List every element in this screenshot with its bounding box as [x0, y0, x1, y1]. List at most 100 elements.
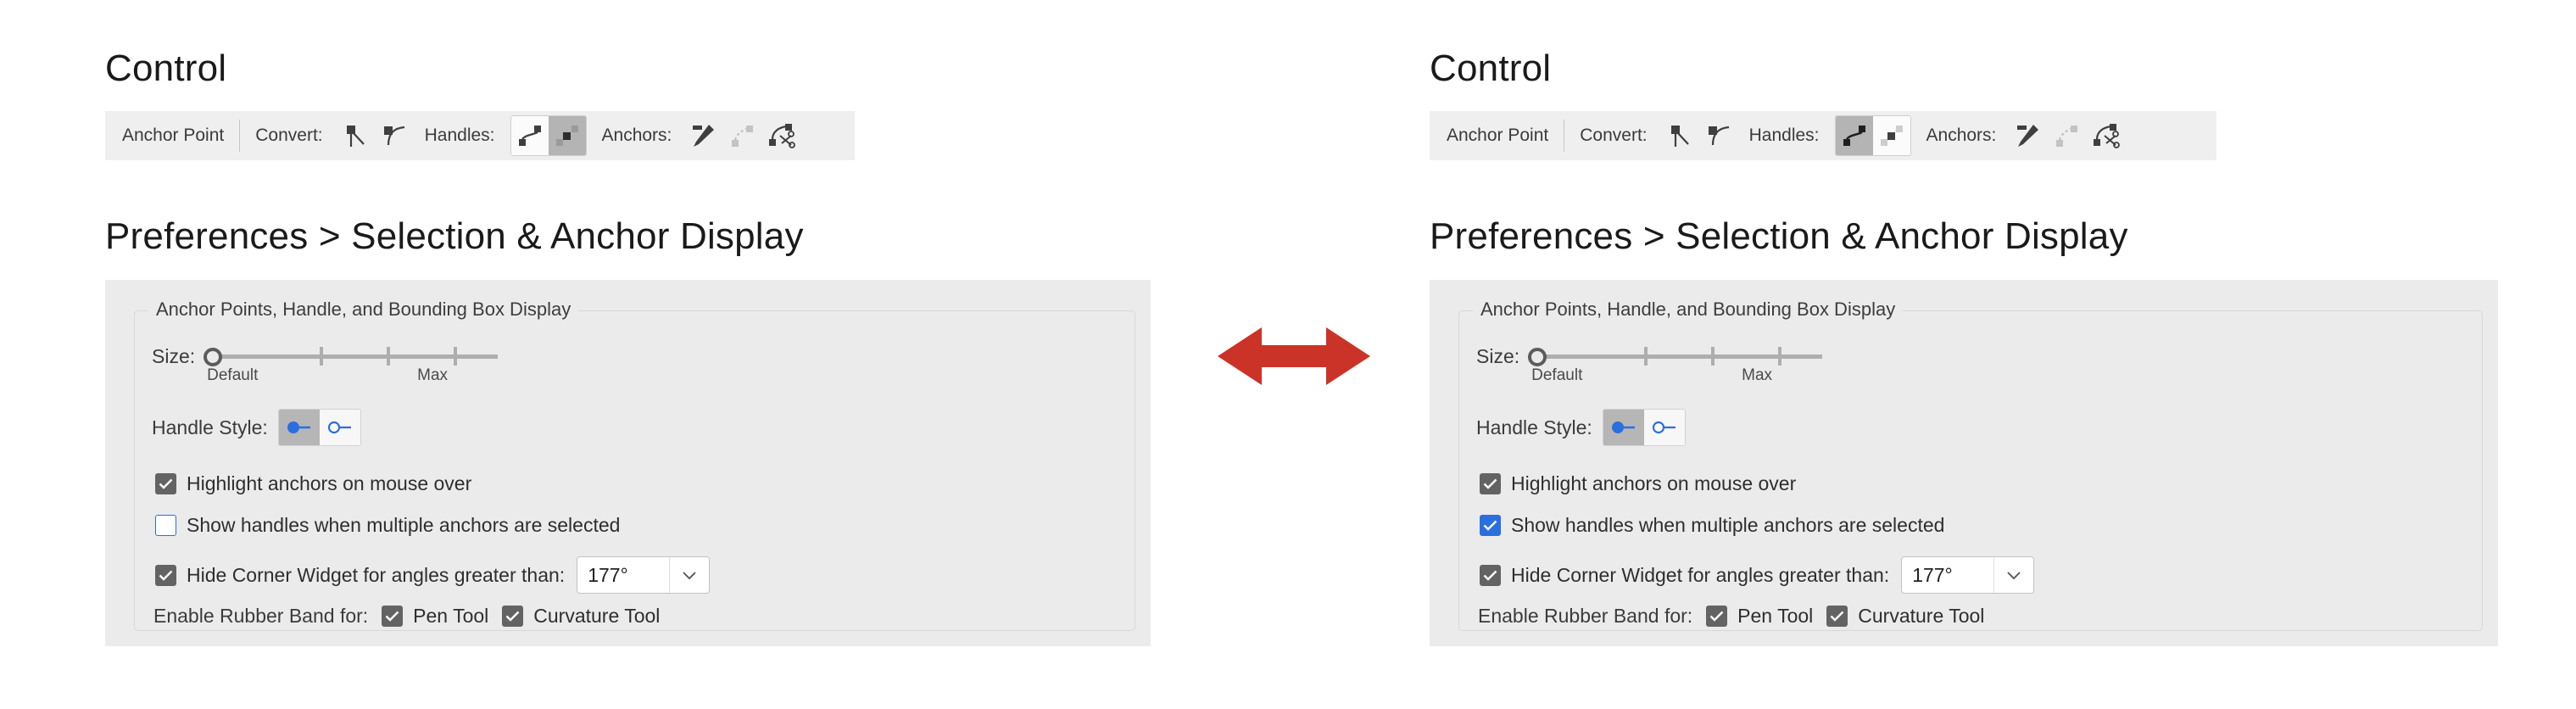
rubber-band-label: Enable Rubber Band for: — [1478, 605, 1693, 627]
show-handles-label: Show handles when multiple anchors are s… — [1511, 514, 1945, 536]
curvature-tool-label: Curvature Tool — [1858, 605, 1985, 627]
highlight-anchors-label: Highlight anchors on mouse over — [187, 472, 472, 494]
slider-tick — [1711, 347, 1715, 366]
rubber-band-row: Enable Rubber Band for: Pen Tool Curvatu… — [153, 605, 660, 628]
checkbox-row-highlight-anchors[interactable]: Highlight anchors on mouse over — [1480, 472, 1796, 495]
convert-to-smooth-icon[interactable] — [374, 116, 413, 155]
control-bar: Anchor Point Convert: Handles: Anchors: — [1430, 111, 2216, 160]
size-slider[interactable]: Default Max — [1528, 347, 1823, 384]
remove-anchor-icon[interactable] — [722, 116, 761, 155]
size-label: Size: — [1476, 345, 1520, 367]
handles-toggle-group[interactable] — [1834, 115, 1911, 156]
anchors-label: Anchors: — [1926, 126, 1997, 145]
control-bar: Anchor Point Convert: Handles: Anchors: — [105, 111, 855, 160]
anchors-label: Anchors: — [601, 126, 672, 145]
angle-threshold-value: 177° — [1912, 563, 1953, 586]
control-heading: Control — [105, 47, 227, 89]
filled-handle-icon[interactable] — [278, 410, 320, 445]
hide-corner-widget-checkbox[interactable] — [155, 564, 176, 586]
cut-path-icon[interactable] — [2086, 116, 2125, 155]
slider-min-label: Default — [207, 366, 259, 384]
angle-threshold-value: 177° — [588, 563, 628, 586]
handles-label: Handles: — [1748, 126, 1820, 145]
pen-tool-checkbox[interactable] — [382, 606, 404, 627]
hide-handles-icon[interactable] — [548, 116, 586, 155]
slider-tick — [454, 347, 458, 366]
hollow-handle-icon[interactable] — [1643, 410, 1685, 445]
size-slider-row: Size: Default Max — [152, 345, 499, 384]
preferences-panel: Anchor Points, Handle, and Bounding Box … — [1430, 280, 2498, 646]
handle-style-segmented-control[interactable] — [277, 409, 361, 446]
convert-to-corner-icon[interactable] — [1659, 116, 1698, 155]
tool-name-label: Anchor Point — [1447, 126, 1549, 145]
slider-tick — [320, 347, 324, 366]
control-heading: Control — [1430, 47, 1552, 89]
slider-tick — [387, 347, 391, 366]
size-label: Size: — [152, 345, 196, 367]
checkbox-row-hide-corner-widget[interactable]: Hide Corner Widget for angles greater th… — [155, 556, 711, 594]
slider-tick — [1778, 347, 1782, 366]
slider-max-label: Max — [1742, 366, 1773, 384]
handle-style-row: Handle Style: — [152, 409, 361, 446]
pen-tool-checkbox[interactable] — [1706, 606, 1728, 627]
cut-path-icon[interactable] — [761, 116, 800, 155]
prefs-heading: Preferences > Selection & Anchor Display — [105, 215, 804, 257]
chevron-down-icon[interactable] — [1993, 557, 2034, 593]
double-headed-arrow — [1218, 323, 1370, 394]
curvature-tool-checkbox[interactable] — [1826, 606, 1848, 627]
convert-to-smooth-icon[interactable] — [1698, 116, 1737, 155]
pen-tool-icon[interactable] — [2008, 116, 2047, 155]
handle-style-label: Handle Style: — [1476, 416, 1592, 438]
handle-style-row: Handle Style: — [1476, 409, 1686, 446]
show-handles-label: Show handles when multiple anchors are s… — [187, 514, 621, 536]
slider-min-label: Default — [1531, 366, 1583, 384]
checkbox-row-highlight-anchors[interactable]: Highlight anchors on mouse over — [155, 472, 471, 495]
size-slider-row: Size: Default Max — [1476, 345, 1823, 384]
show-handles-icon[interactable] — [1835, 116, 1873, 155]
control-bar-divider — [239, 120, 241, 152]
tool-name-label: Anchor Point — [122, 126, 225, 145]
handle-style-label: Handle Style: — [152, 416, 268, 438]
size-slider-track[interactable] — [220, 347, 499, 366]
handles-toggle-group[interactable] — [510, 115, 587, 156]
highlight-anchors-checkbox[interactable] — [1480, 473, 1501, 494]
angle-threshold-dropdown[interactable]: 177° — [1901, 556, 2035, 594]
pen-tool-icon[interactable] — [683, 116, 722, 155]
handle-style-segmented-control[interactable] — [1602, 409, 1686, 446]
fieldset-legend: Anchor Points, Handle, and Bounding Box … — [148, 299, 579, 321]
pen-tool-label: Pen Tool — [1737, 605, 1814, 627]
angle-threshold-dropdown[interactable]: 177° — [577, 556, 711, 594]
convert-to-corner-icon[interactable] — [335, 116, 374, 155]
size-slider-track[interactable] — [1544, 347, 1823, 366]
hollow-handle-icon[interactable] — [319, 410, 360, 445]
checkbox-row-show-handles[interactable]: Show handles when multiple anchors are s… — [1480, 514, 1944, 537]
hide-handles-icon[interactable] — [1872, 116, 1910, 155]
hide-corner-widget-checkbox[interactable] — [1480, 564, 1501, 586]
show-handles-icon[interactable] — [510, 116, 549, 155]
slider-max-label: Max — [417, 366, 449, 384]
highlight-anchors-label: Highlight anchors on mouse over — [1511, 472, 1797, 494]
hide-corner-widget-label: Hide Corner Widget for angles greater th… — [187, 563, 566, 586]
remove-anchor-icon[interactable] — [2047, 116, 2086, 155]
show-handles-checkbox[interactable] — [1480, 515, 1501, 536]
convert-label: Convert: — [1580, 126, 1648, 145]
curvature-tool-label: Curvature Tool — [533, 605, 661, 627]
pen-tool-label: Pen Tool — [413, 605, 489, 627]
fieldset-legend: Anchor Points, Handle, and Bounding Box … — [1473, 299, 1904, 321]
convert-label: Convert: — [255, 126, 323, 145]
show-handles-checkbox[interactable] — [155, 515, 176, 536]
chevron-down-icon[interactable] — [669, 557, 710, 593]
slider-tick — [1644, 347, 1648, 366]
size-slider-thumb[interactable] — [1528, 347, 1547, 366]
checkbox-row-hide-corner-widget[interactable]: Hide Corner Widget for angles greater th… — [1480, 556, 2035, 594]
anchor-display-fieldset: Anchor Points, Handle, and Bounding Box … — [134, 299, 1135, 631]
size-slider[interactable]: Default Max — [204, 347, 499, 384]
highlight-anchors-checkbox[interactable] — [155, 473, 176, 494]
filled-handle-icon[interactable] — [1603, 410, 1644, 445]
anchor-display-fieldset: Anchor Points, Handle, and Bounding Box … — [1458, 299, 2483, 631]
checkbox-row-show-handles[interactable]: Show handles when multiple anchors are s… — [155, 514, 620, 537]
curvature-tool-checkbox[interactable] — [502, 606, 524, 627]
rubber-band-row: Enable Rubber Band for: Pen Tool Curvatu… — [1478, 605, 1984, 628]
rubber-band-label: Enable Rubber Band for: — [153, 605, 369, 627]
size-slider-thumb[interactable] — [204, 347, 223, 366]
